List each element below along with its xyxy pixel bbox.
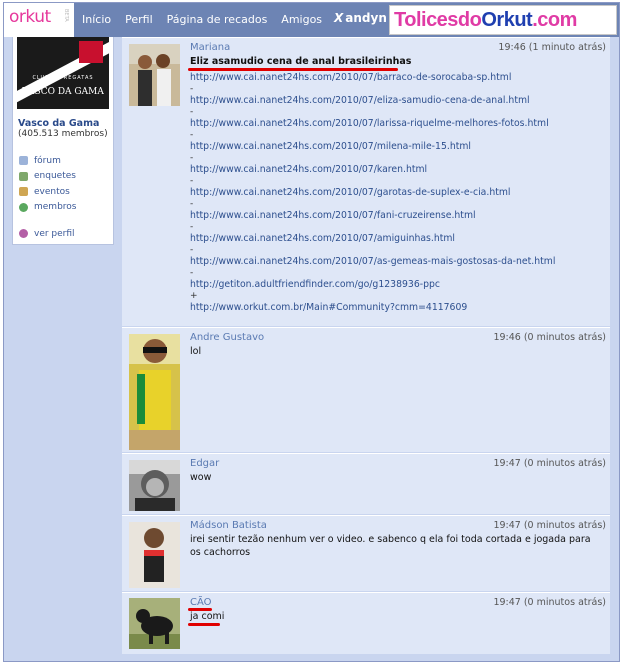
avatar[interactable] xyxy=(129,460,180,511)
sidebar-item-ver-perfil[interactable]: ver perfil xyxy=(19,226,76,242)
nav-amigos[interactable]: Amigos xyxy=(281,13,322,26)
community-name[interactable]: Vasco da Gama xyxy=(18,118,99,129)
member-count: (405.513 membros) xyxy=(18,129,108,139)
forum-icon xyxy=(19,156,28,166)
list-item: Edgar 19:47 (0 minutos atrás) wow xyxy=(122,453,610,514)
sidebar-item-enquetes[interactable]: enquetes xyxy=(19,169,76,185)
link-separator: - xyxy=(190,84,194,94)
message-title: Eliz asamudio cena de anal brasileirinha… xyxy=(190,56,412,67)
message-link[interactable]: http://www.cai.nanet24hs.com/2010/07/lar… xyxy=(190,117,602,130)
message-link[interactable]: http://www.cai.nanet24hs.com/2010/07/mil… xyxy=(190,140,602,153)
avatar[interactable] xyxy=(129,522,180,588)
message-time: 19:47 (0 minutos atrás) xyxy=(493,458,606,469)
calendar-icon xyxy=(19,187,28,197)
community-menu: fórum enquetes eventos membros ver perfi… xyxy=(19,153,76,242)
orkut-window: orkut BETA Início Perfil Página de recad… xyxy=(3,2,620,662)
highlight-underline xyxy=(188,623,220,626)
members-icon xyxy=(19,202,28,212)
beta-tag: BETA xyxy=(63,9,69,22)
watermark-text: TolicesdoOrkut.com xyxy=(394,9,577,31)
avatar[interactable] xyxy=(129,44,180,106)
message-text: ja comi xyxy=(190,611,225,622)
message-link[interactable]: http://www.cai.nanet24hs.com/2010/07/gar… xyxy=(190,186,602,199)
message-author[interactable]: Edgar xyxy=(190,458,219,469)
club-logo[interactable]: CLUB DE REGATAS VASCO DA GAMA xyxy=(17,37,109,109)
message-link[interactable]: http://www.cai.nanet24hs.com/2010/07/ami… xyxy=(190,232,602,245)
message-link[interactable]: http://www.orkut.com.br/Main#Community?c… xyxy=(190,301,602,314)
message-time: 19:46 (1 minuto atrás) xyxy=(498,42,606,53)
list-item: Andre Gustavo 19:46 (0 minutos atrás) lo… xyxy=(122,327,610,452)
message-link[interactable]: http://www.cai.nanet24hs.com/2010/07/bar… xyxy=(190,71,602,84)
list-item: CÃO 19:47 (0 minutos atrás) ja comi xyxy=(122,592,610,654)
sidebar-item-forum[interactable]: fórum xyxy=(19,153,76,169)
message-link[interactable]: http://www.cai.nanet24hs.com/2010/07/fan… xyxy=(190,209,602,222)
link-separator: - xyxy=(190,153,194,163)
link-separator: - xyxy=(190,107,194,117)
community-sidebar: CLUB DE REGATAS VASCO DA GAMA Vasco da G… xyxy=(12,37,114,245)
logo-area[interactable]: orkut BETA xyxy=(4,3,74,37)
avatar[interactable] xyxy=(129,334,180,450)
club-logo-line2: VASCO DA GAMA xyxy=(22,87,104,97)
link-separator: - xyxy=(190,245,194,255)
watermark: TolicesdoOrkut.com xyxy=(389,5,617,35)
link-list: http://www.cai.nanet24hs.com/2010/07/bar… xyxy=(190,71,602,314)
club-logo-line1: CLUB DE REGATAS xyxy=(32,75,94,81)
nav-inicio[interactable]: Início xyxy=(82,13,111,26)
orkut-logo[interactable]: orkut xyxy=(9,7,51,27)
message-time: 19:47 (0 minutos atrás) xyxy=(493,597,606,608)
message-link[interactable]: http://www.cai.nanet24hs.com/2010/07/as-… xyxy=(190,255,602,268)
message-time: 19:47 (0 minutos atrás) xyxy=(493,520,606,531)
nav-perfil[interactable]: Perfil xyxy=(125,13,153,26)
main-nav: Início Perfil Página de recados Amigos xyxy=(82,13,336,26)
message-author[interactable]: Mariana xyxy=(190,42,230,53)
link-separator: - xyxy=(190,199,194,209)
user-name[interactable]: Xandyn xyxy=(334,11,387,25)
link-separator: - xyxy=(190,130,194,140)
message-author[interactable]: Mádson Batista xyxy=(190,520,267,531)
link-separator: + xyxy=(190,291,198,301)
message-link[interactable]: http://getiton.adultfriendfinder.com/go/… xyxy=(190,278,602,291)
message-link[interactable]: http://www.cai.nanet24hs.com/2010/07/eli… xyxy=(190,94,602,107)
profile-icon xyxy=(19,229,28,239)
message-link[interactable]: http://www.cai.nanet24hs.com/2010/07/kar… xyxy=(190,163,602,176)
message-text: lol xyxy=(190,346,202,357)
poll-icon xyxy=(19,171,28,181)
top-navigation-bar: orkut BETA Início Perfil Página de recad… xyxy=(4,3,619,37)
link-separator: - xyxy=(190,222,194,232)
message-text: irei sentir tezão nenhum ver o video. e … xyxy=(190,534,591,558)
avatar[interactable] xyxy=(129,598,180,649)
highlight-underline xyxy=(188,608,212,611)
sidebar-item-eventos[interactable]: eventos xyxy=(19,184,76,200)
sidebar-item-membros[interactable]: membros xyxy=(19,200,76,216)
message-time: 19:46 (0 minutos atrás) xyxy=(493,332,606,343)
list-item: Mariana 19:46 (1 minuto atrás) Eliz asam… xyxy=(122,37,610,326)
nav-pagina-de-recados[interactable]: Página de recados xyxy=(167,13,268,26)
message-text: wow xyxy=(190,472,212,483)
link-separator: - xyxy=(190,268,194,278)
list-item: Mádson Batista 19:47 (0 minutos atrás) i… xyxy=(122,515,610,591)
message-author[interactable]: Andre Gustavo xyxy=(190,332,264,343)
link-separator: - xyxy=(190,176,194,186)
user-x-icon: X xyxy=(334,11,344,25)
message-author[interactable]: CÃO xyxy=(190,597,212,608)
